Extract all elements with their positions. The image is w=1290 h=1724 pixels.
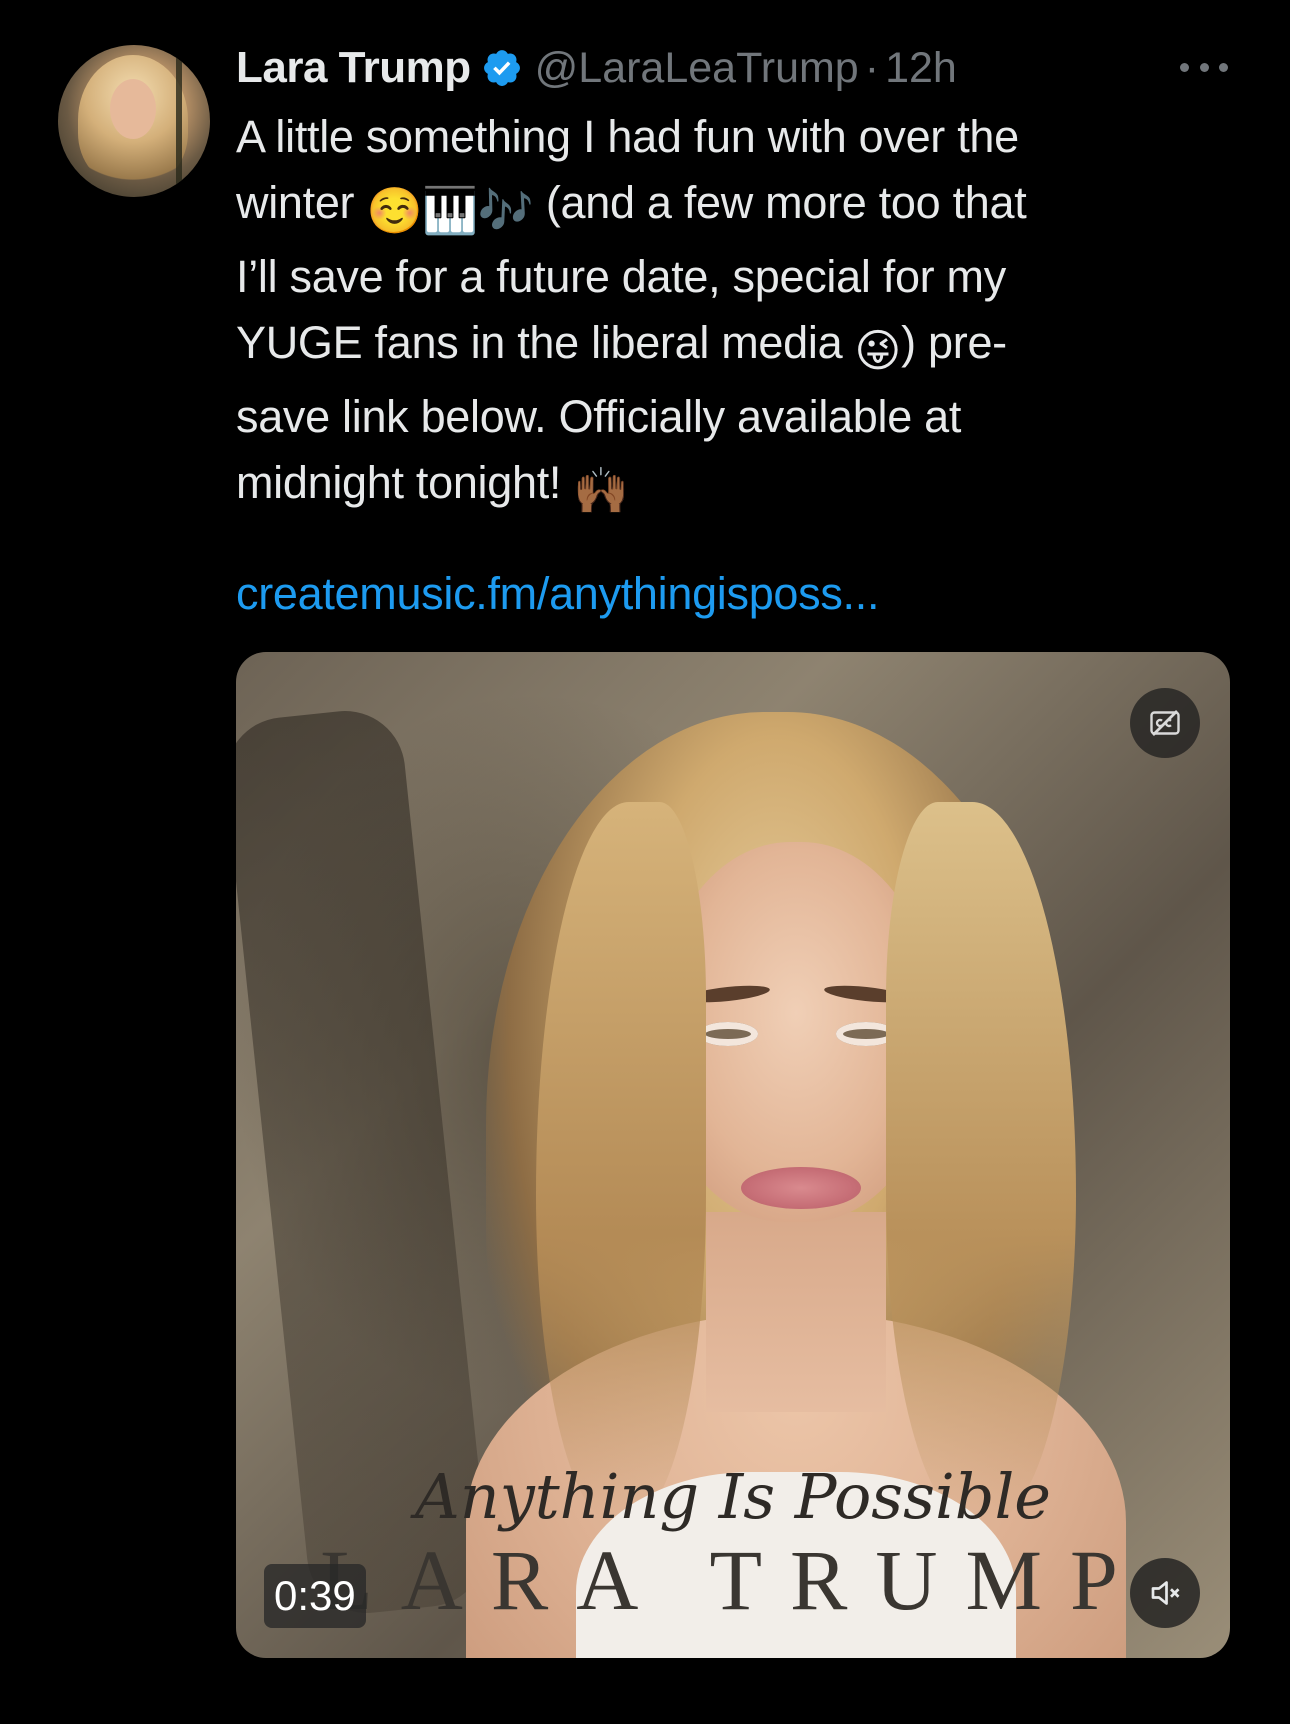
cover-lips — [741, 1167, 861, 1209]
tweet-header: Lara Trump @LaraLeaTrump · 12h — [236, 40, 957, 96]
timestamp[interactable]: 12h — [885, 44, 957, 93]
text-segment: ) pre- — [901, 317, 1007, 368]
tweet-text-line: save link below. Officially available at — [236, 384, 1236, 450]
tweet-text-line: A little something I had fun with over t… — [236, 104, 1236, 170]
more-dot — [1219, 62, 1228, 72]
tweet-link[interactable]: createmusic.fm/anythingisposs... — [236, 568, 879, 620]
tweet[interactable]: Lara Trump @LaraLeaTrump · 12h A little … — [0, 0, 1290, 1724]
text-segment: save link below. Officially available at — [236, 391, 962, 442]
cover-neck — [706, 1212, 886, 1412]
text-segment: YUGE fans in the liberal media — [236, 317, 843, 368]
cover-hair-strand — [886, 802, 1076, 1522]
text-segment: winter — [236, 177, 355, 228]
video-player[interactable]: Anything Is Possible LARA TRUMP 0:39 — [236, 652, 1230, 1658]
more-horizontal-icon[interactable] — [1180, 52, 1228, 82]
music-notes-emoji-icon: 🎶 — [477, 185, 534, 236]
avatar[interactable] — [58, 45, 210, 197]
text-segment: (and a few more too that — [545, 177, 1027, 228]
verified-badge-icon[interactable] — [481, 47, 523, 89]
cover-eye — [698, 1022, 758, 1046]
more-dot — [1199, 62, 1209, 72]
separator: · — [864, 43, 880, 92]
tweet-text-line: YUGE fans in the liberal media 😜) pre- — [236, 310, 1236, 384]
smiling-face-emoji-icon: ☺️ — [366, 185, 423, 236]
avatar-background — [58, 45, 210, 197]
text-segment: I’ll save for a future date, special for… — [236, 251, 1006, 302]
display-name[interactable]: Lara Trump — [236, 43, 471, 93]
tweet-text-line: midnight tonight! 🙌🏾 — [236, 450, 1236, 524]
volume-muted-icon[interactable] — [1130, 1558, 1200, 1628]
tweet-text: A little something I had fun with over t… — [236, 104, 1236, 524]
piano-emoji-icon: 🎹 — [422, 185, 478, 236]
text-segment: midnight tonight! — [236, 457, 562, 508]
cover-artist: LARA TRUMP — [320, 1532, 1146, 1628]
more-dot — [1180, 62, 1189, 72]
handle[interactable]: @LaraLeaTrump — [535, 44, 859, 93]
raising-hands-emoji-icon: 🙌🏾 — [573, 465, 630, 516]
tweet-text-line: I’ll save for a future date, special for… — [236, 244, 1236, 310]
video-duration: 0:39 — [264, 1564, 366, 1628]
cover-title: Anything Is Possible — [415, 1460, 1051, 1533]
winking-tongue-emoji-icon: 😜 — [854, 325, 902, 376]
text-segment: A little something I had fun with over t… — [236, 111, 1019, 162]
tweet-text-line: winter ☺️🎹🎶 (and a few more too that — [236, 170, 1236, 244]
captions-off-icon[interactable] — [1130, 688, 1200, 758]
